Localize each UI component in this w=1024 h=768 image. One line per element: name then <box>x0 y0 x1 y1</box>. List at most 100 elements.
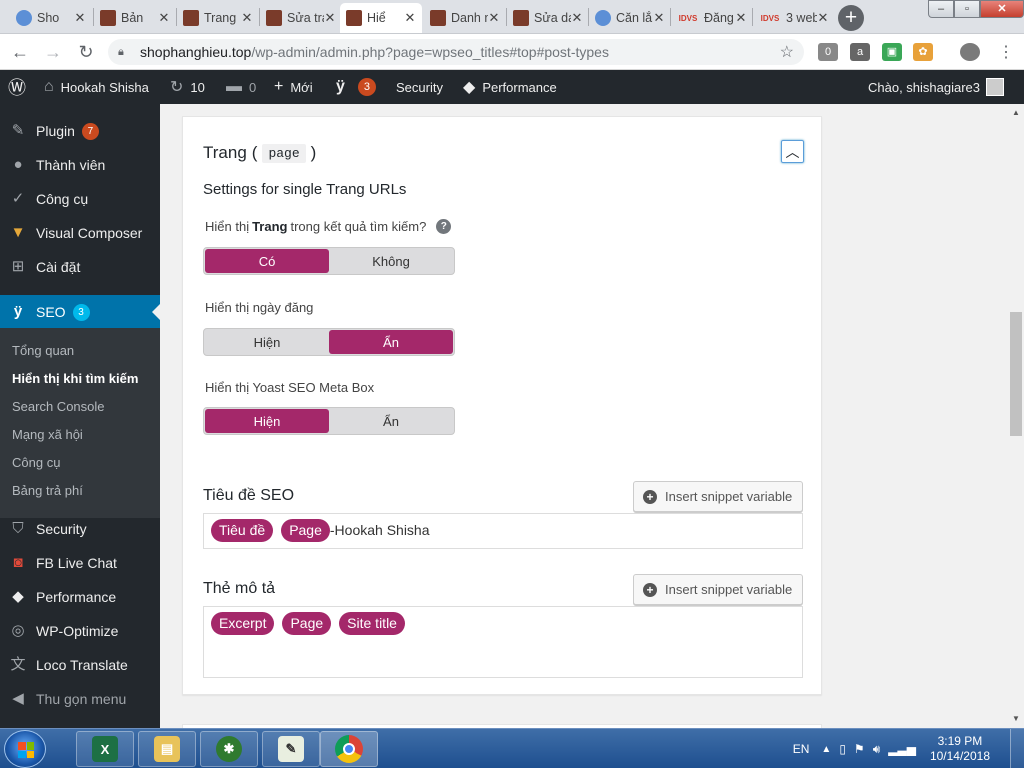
extension-lock-icon[interactable]: a <box>850 43 870 61</box>
close-icon[interactable]: ✕ <box>653 10 665 26</box>
close-icon[interactable]: ✕ <box>241 10 253 26</box>
browser-tab[interactable]: Bản ✕ <box>94 3 176 33</box>
profile-avatar[interactable] <box>960 43 980 61</box>
toggle-option-show[interactable]: Hiện <box>205 330 329 354</box>
show-desktop-button[interactable] <box>1010 729 1024 768</box>
extension-sq-icon[interactable]: ✿ <box>913 43 933 61</box>
close-icon[interactable]: ✕ <box>74 10 86 26</box>
scroll-up-arrow-icon[interactable]: ▲ <box>1012 108 1020 117</box>
taskbar-notepad[interactable]: ✎ <box>262 731 320 767</box>
sidebar-item-loco-translate[interactable]: 文 Loco Translate <box>0 648 160 682</box>
snippet-variable-pill[interactable]: Tiêu đề <box>211 519 274 542</box>
taskbar-excel[interactable]: X <box>76 731 134 767</box>
snippet-variable-pill[interactable]: Page <box>281 519 330 542</box>
snippet-variable-pill[interactable]: Site title <box>339 612 405 635</box>
admin-bar-performance[interactable]: ◆ Performance <box>463 70 557 104</box>
browser-tab[interactable]: Căn lắm ✕ <box>589 3 671 33</box>
minimize-button[interactable]: – <box>928 0 954 18</box>
language-indicator[interactable]: EN <box>793 742 810 756</box>
sidebar-item-tools[interactable]: ✓ Công cụ <box>0 182 160 216</box>
reload-button[interactable]: ↻ <box>76 42 96 63</box>
snippet-variable-pill[interactable]: Page <box>282 612 332 635</box>
show-in-search-toggle[interactable]: Có Không <box>203 247 455 275</box>
toggle-option-hide[interactable]: Ẩn <box>329 409 453 433</box>
submenu-item-overview[interactable]: Tổng quan <box>12 343 74 358</box>
snippet-variable-pill[interactable]: Excerpt <box>211 612 275 635</box>
toggle-option-no[interactable]: Không <box>329 249 453 273</box>
submenu-item-tools[interactable]: Công cụ <box>12 455 60 470</box>
close-icon[interactable]: ✕ <box>488 10 500 26</box>
bookmark-star-icon[interactable]: ☆ <box>780 42 794 62</box>
browser-tab[interactable]: Danh m ✕ <box>424 3 506 33</box>
flag-icon[interactable]: ⚑ <box>854 742 865 756</box>
browser-tab[interactable]: IDVS Đăng ch ✕ <box>671 3 753 33</box>
admin-bar-updates[interactable]: ↻ 10 <box>170 70 205 104</box>
extension-green-icon[interactable]: ▣ <box>882 43 902 61</box>
maximize-button[interactable]: ▫ <box>954 0 980 18</box>
browser-tab[interactable]: Sửa dar ✕ <box>507 3 589 33</box>
wordpress-logo-icon[interactable]: Ⓦ <box>8 70 33 104</box>
admin-bar-site[interactable]: ⌂ Hookah Shisha <box>44 70 149 104</box>
sidebar-item-performance[interactable]: ◆ Performance <box>0 580 160 614</box>
submenu-item-search-console[interactable]: Search Console <box>12 399 105 414</box>
close-icon[interactable]: ✕ <box>158 10 170 26</box>
page-scrollbar[interactable]: ▲ ▼ <box>1008 104 1024 728</box>
sidebar-item-plugins[interactable]: ✎ Plugin 7 <box>0 114 160 148</box>
sidebar-collapse-menu[interactable]: ◀ Thu gọn menu <box>0 682 160 716</box>
network-signal-icon[interactable]: ▂▃▅ <box>888 742 916 756</box>
close-icon[interactable]: ✕ <box>735 10 747 26</box>
device-icon[interactable]: ▯ <box>839 742 846 756</box>
sidebar-item-users[interactable]: ● Thành viên <box>0 148 160 182</box>
address-bar[interactable]: 🔒︎ shophanghieu.top/wp-admin/admin.php?p… <box>108 39 804 65</box>
collapse-panel-button[interactable]: ︿ <box>781 140 804 163</box>
start-button[interactable] <box>4 730 46 768</box>
admin-bar-security[interactable]: Security <box>396 70 443 104</box>
submenu-item-social[interactable]: Mạng xã hội <box>12 427 83 442</box>
sidebar-item-visual-composer[interactable]: ▼ Visual Composer <box>0 216 160 250</box>
forward-button[interactable]: → <box>43 42 63 63</box>
sidebar-item-settings[interactable]: ⊞ Cài đặt <box>0 250 160 284</box>
meta-description-editor[interactable]: Excerpt Page Site title <box>203 606 803 678</box>
clock[interactable]: 3:19 PM 10/14/2018 <box>930 734 990 764</box>
toggle-option-yes[interactable]: Có <box>205 249 329 273</box>
submenu-item-premium[interactable]: Bảng trả phí <box>12 483 83 498</box>
volume-icon[interactable]: 🔊︎ <box>873 742 881 757</box>
sidebar-item-seo[interactable]: ÿ SEO 3 <box>0 295 160 329</box>
meta-box-toggle[interactable]: Hiện Ẩn <box>203 407 455 435</box>
admin-bar-account[interactable]: Chào, shishagiare3 <box>868 70 1005 104</box>
browser-tab[interactable]: Sho ✕ <box>10 3 92 33</box>
new-tab-button[interactable]: + <box>838 5 864 31</box>
sidebar-item-fb-live-chat[interactable]: ◙ FB Live Chat <box>0 546 160 580</box>
submenu-item-search-appearance[interactable]: Hiển thị khi tìm kiếm <box>12 371 138 386</box>
taskbar-app-frog[interactable]: ✱ <box>200 731 258 767</box>
taskbar-chrome[interactable] <box>320 731 378 767</box>
browser-tab[interactable]: IDVS 3 web c ✕ <box>753 3 835 33</box>
seo-title-editor[interactable]: Tiêu đề Page -Hookah Shisha <box>203 513 803 549</box>
close-icon[interactable]: ✕ <box>817 10 829 26</box>
close-icon[interactable]: ✕ <box>324 10 336 26</box>
show-date-toggle[interactable]: Hiện Ẩn <box>203 328 455 356</box>
toggle-option-hide[interactable]: Ẩn <box>329 330 453 354</box>
scrollbar-thumb[interactable] <box>1010 312 1022 436</box>
back-button[interactable]: ← <box>10 42 30 63</box>
taskbar-explorer[interactable]: ▤ <box>138 731 196 767</box>
toggle-option-show[interactable]: Hiện <box>205 409 329 433</box>
scroll-down-arrow-icon[interactable]: ▼ <box>1012 714 1020 723</box>
sidebar-item-wp-optimize[interactable]: ◎ WP-Optimize <box>0 614 160 648</box>
admin-bar-new[interactable]: + Mới <box>274 70 313 104</box>
insert-snippet-variable-button[interactable]: + Insert snippet variable <box>633 481 803 512</box>
admin-bar-comments[interactable]: ▬ 0 <box>226 70 256 104</box>
extension-icon[interactable]: 0 <box>818 43 838 61</box>
browser-tab[interactable]: Sửa trar ✕ <box>260 3 342 33</box>
close-icon[interactable]: ✕ <box>571 10 583 26</box>
help-icon[interactable]: ? <box>436 219 452 234</box>
admin-bar-yoast[interactable]: ÿ 3 <box>336 70 376 104</box>
close-window-button[interactable]: ✕ <box>980 0 1024 18</box>
tray-expand-icon[interactable]: ▲ <box>821 744 831 755</box>
close-icon[interactable]: ✕ <box>404 10 416 26</box>
browser-tab[interactable]: Trang ✕ <box>177 3 259 33</box>
insert-snippet-variable-button[interactable]: + Insert snippet variable <box>633 574 803 605</box>
sidebar-item-security[interactable]: ⛉ Security <box>0 512 160 546</box>
menu-kebab-icon[interactable]: ⋮ <box>996 42 1016 62</box>
browser-tab-active[interactable]: Hiể ✕ <box>340 3 422 33</box>
